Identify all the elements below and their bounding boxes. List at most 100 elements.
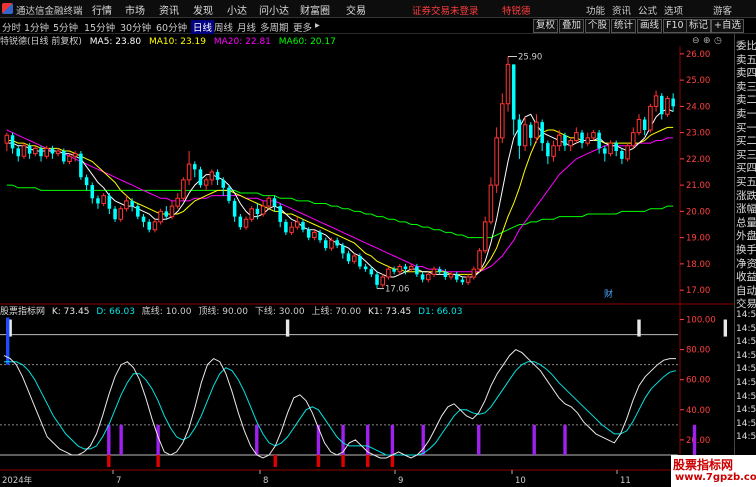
app-title: 通达信金融终端 (16, 6, 83, 17)
side-panel-item: 14:50 (736, 418, 756, 429)
purple-signal-bar (316, 424, 321, 455)
candle-body (642, 119, 647, 130)
menu-function[interactable]: 功能 (586, 3, 605, 17)
menu-trade[interactable]: 交易 (346, 2, 366, 17)
menu-news[interactable]: 资讯 (159, 2, 179, 17)
candle-body (203, 179, 209, 186)
menu-formula[interactable]: 公式 (638, 3, 657, 17)
candle-body (209, 171, 215, 181)
ind-tick-label: 40.00 (686, 406, 710, 416)
period-15min[interactable]: 15分钟 (84, 20, 115, 34)
period-daily[interactable]: 日线 (191, 20, 215, 34)
candle-body (301, 221, 305, 230)
menu-discover[interactable]: 发现 (193, 2, 213, 17)
candle-body (659, 95, 664, 115)
candle-body (358, 256, 362, 267)
ind-tick-label: 20.00 (686, 436, 710, 446)
menu-ask-xiaoda[interactable]: 问小达 (259, 2, 289, 17)
period-weekly[interactable]: 周线 (214, 20, 233, 34)
candle-body (341, 245, 345, 254)
candle-body (249, 208, 254, 220)
candle-body (312, 231, 317, 239)
candle-body (648, 105, 653, 131)
candle-body (671, 98, 675, 107)
candle-body (62, 151, 66, 162)
side-panel-item: 14:50 (736, 310, 756, 320)
price-tick-label: 18.00 (686, 260, 710, 270)
candle-body (529, 124, 533, 138)
menu-wealth-circle[interactable]: 财富圈 (300, 2, 330, 17)
side-panel-item: 14:50 (736, 432, 756, 443)
menu-market[interactable]: 市场 (125, 2, 145, 17)
side-panel-item: 14:50 (736, 364, 756, 375)
candle-body (323, 240, 328, 249)
period-more[interactable]: 更多 (293, 20, 312, 34)
side-panel-item: 14:50 (736, 350, 756, 361)
xaxis-label: 9 (398, 476, 403, 486)
overlay-button[interactable]: 叠加 (559, 19, 585, 33)
f10-button[interactable]: F10 (663, 19, 687, 33)
candle-body (454, 274, 459, 280)
purple-signal-bar (477, 424, 481, 455)
period-60min[interactable]: 60分钟 (156, 20, 187, 34)
period-monthly[interactable]: 月线 (237, 20, 256, 34)
price-tick-label: 20.00 (686, 207, 710, 217)
candle-body (534, 121, 539, 139)
candle-body (375, 274, 379, 285)
draw-line-button[interactable]: 画线 (637, 19, 663, 33)
stock-button[interactable]: 个股 (585, 19, 611, 33)
statistics-button[interactable]: 统计 (611, 19, 637, 33)
candle-body (603, 148, 607, 154)
login-status[interactable]: 证券交易未登录 (412, 3, 479, 17)
zoom-in-icon[interactable]: ⊕ (703, 36, 711, 46)
menu-xiaoda[interactable]: 小达 (227, 2, 247, 17)
candle-body (369, 269, 374, 275)
candle-body (124, 200, 129, 210)
red-signal-bar (390, 454, 395, 467)
candle-body (44, 147, 49, 157)
candle-body (465, 276, 471, 283)
period-1min[interactable]: 1分钟 (24, 20, 49, 34)
candle-body (351, 255, 357, 262)
price-tick-label: 25.00 (686, 76, 710, 86)
ma20-line (6, 129, 674, 273)
zoom-out-icon[interactable]: ⊖ (692, 36, 700, 46)
menu-info[interactable]: 资讯 (612, 3, 631, 17)
xaxis-label: 2024年 (2, 475, 33, 486)
period-30min[interactable]: 30分钟 (120, 20, 151, 34)
candle-body (392, 269, 396, 272)
candle-body (272, 198, 277, 207)
candle-body (193, 164, 197, 170)
period-multi[interactable]: 多周期 (260, 20, 289, 34)
side-panel-item: 14:50 (736, 323, 756, 334)
red-signal-bar (341, 454, 345, 467)
candle-body (597, 132, 601, 149)
ind-tick-label: 80.00 (686, 346, 710, 356)
clock-icon[interactable]: ◷ (714, 36, 722, 46)
candle-body (27, 145, 32, 154)
period-tick[interactable]: 分时 (2, 20, 21, 34)
candle-body (39, 148, 43, 157)
red-signal-bar (273, 454, 277, 467)
period-5min[interactable]: 5分钟 (53, 20, 78, 34)
purple-signal-bar (532, 424, 536, 455)
candle-body (448, 273, 454, 278)
candle-body (335, 240, 339, 246)
candle-body (55, 150, 61, 155)
menu-options[interactable]: 选项 (664, 3, 683, 17)
more-arrow-icon[interactable]: ▸ (315, 20, 320, 31)
fuquan-button[interactable]: 复权 (533, 19, 559, 33)
white-signal-bar (285, 319, 290, 337)
period-toolbar: 分时 1分钟 5分钟 15分钟 30分钟 60分钟 日线 周线 月线 多周期 更… (0, 18, 756, 34)
menu-market-quotes[interactable]: 行情 (92, 2, 112, 17)
candle-body (403, 266, 408, 270)
guest-user[interactable]: 游客 (713, 3, 732, 17)
candle-body (471, 268, 477, 278)
purple-signal-bar (563, 424, 567, 455)
price-tick-label: 22.00 (686, 155, 710, 165)
mark-button[interactable]: 标记 (686, 19, 712, 33)
add-watchlist-button[interactable]: +自选 (711, 19, 744, 33)
price-tick-label: 21.00 (686, 181, 710, 191)
candle-body (580, 132, 584, 144)
kline-chart[interactable]: 17.00 18.00 19.00 20.00 21.00 22.00 23.00 24.00… (0, 46, 734, 487)
